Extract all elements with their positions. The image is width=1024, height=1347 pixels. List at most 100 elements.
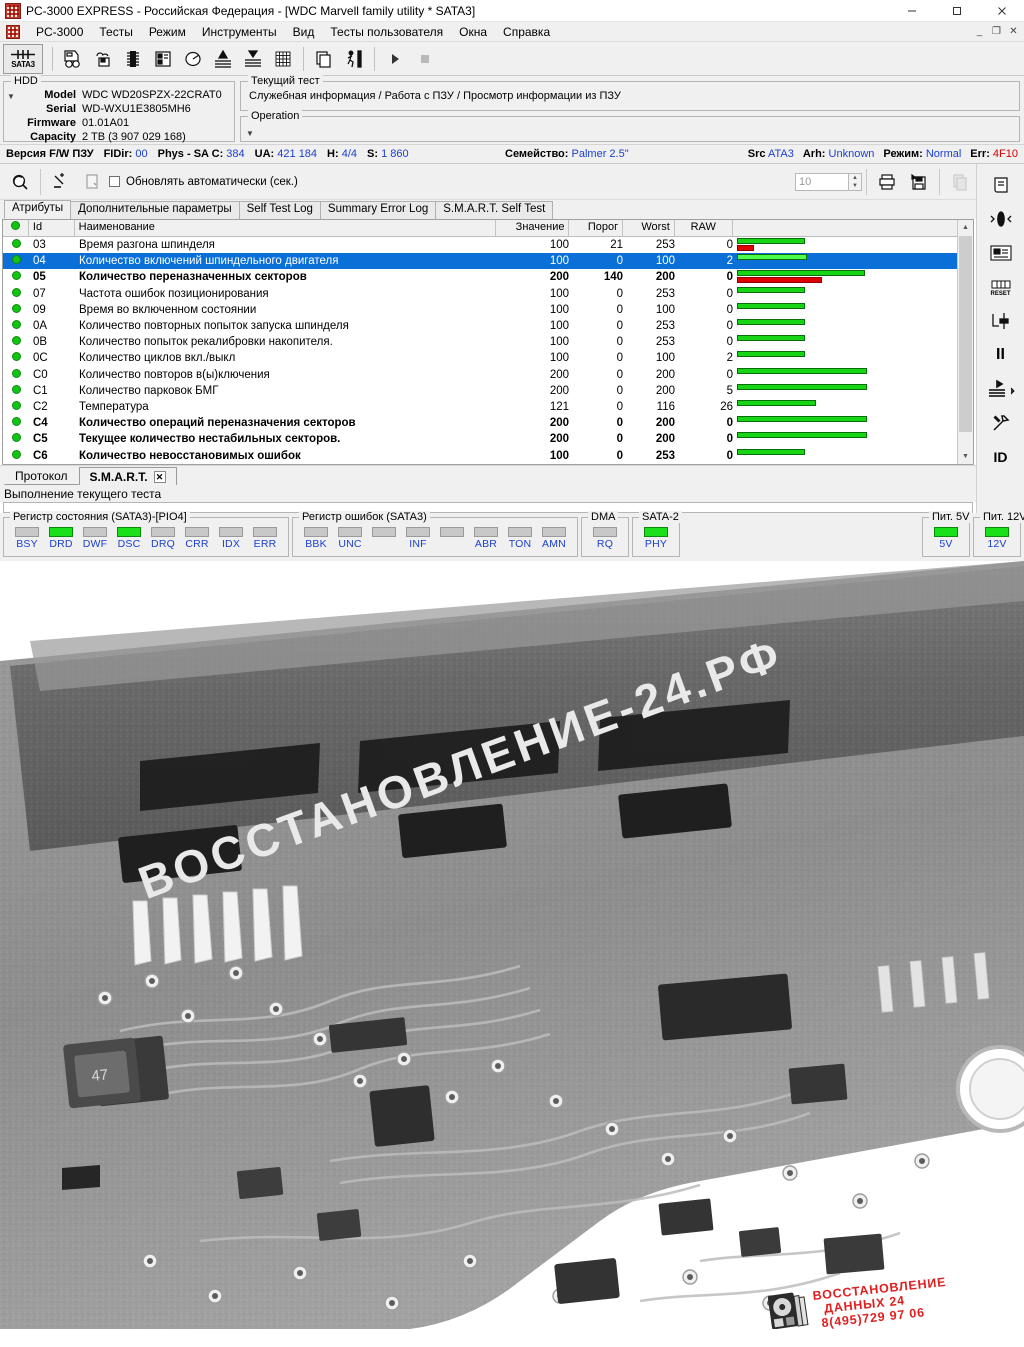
table-row[interactable]: 0A Количество повторных попыток запуска ш… bbox=[3, 318, 973, 334]
grid-icon[interactable] bbox=[268, 44, 298, 74]
column-header-name[interactable]: Наименование bbox=[75, 220, 496, 236]
menu-item-help[interactable]: Справка bbox=[495, 23, 558, 41]
tab-self-test-log[interactable]: Self Test Log bbox=[238, 201, 321, 219]
refresh-smart-icon[interactable] bbox=[4, 167, 36, 197]
table-row[interactable]: 0B Количество попыток рекалибровки накопи… bbox=[3, 334, 973, 350]
column-header-value[interactable]: Значение bbox=[496, 220, 570, 236]
smart-toolbar-separator-2 bbox=[866, 168, 867, 195]
table-row[interactable]: 03 Время разгона шпинделя 100 21 253 0 bbox=[3, 237, 973, 253]
attribute-threshold: 0 bbox=[616, 449, 623, 462]
scroll-thumb[interactable] bbox=[959, 236, 972, 432]
menu-item-tools[interactable]: Инструменты bbox=[194, 23, 285, 41]
drive-scan-icon[interactable] bbox=[58, 44, 88, 74]
table-row[interactable]: C0 Количество повторов в(ы)ключения 200 0 20… bbox=[3, 367, 973, 383]
menu-item-tests[interactable]: Тесты bbox=[91, 23, 140, 41]
close-button[interactable] bbox=[979, 0, 1024, 22]
table-row[interactable]: C6 Количество невосстановимых ошибок 100 0 2… bbox=[3, 447, 973, 463]
column-header-threshold[interactable]: Порог bbox=[569, 220, 624, 236]
menu-item-view[interactable]: Вид bbox=[285, 23, 323, 41]
column-header-led[interactable] bbox=[3, 220, 29, 236]
interval-spinner[interactable]: ▲▼ bbox=[795, 172, 862, 191]
heads-down-icon[interactable] bbox=[238, 44, 268, 74]
mdi-close-button[interactable]: ✕ bbox=[1005, 23, 1022, 39]
bottom-tab-protocol[interactable]: Протокол bbox=[4, 466, 79, 485]
auto-update-checkbox[interactable] bbox=[109, 176, 120, 187]
column-header-id[interactable]: Id bbox=[29, 220, 75, 236]
menu-item-pc3000[interactable]: PC-3000 bbox=[28, 23, 91, 41]
minimize-button[interactable] bbox=[889, 0, 934, 22]
register-bit: BSY bbox=[10, 527, 44, 550]
main-toolbar: SATA3 bbox=[0, 42, 1024, 76]
save-report-icon[interactable] bbox=[903, 167, 935, 197]
table-row[interactable]: 09 Время во включенном состоянии 100 0 100 0 bbox=[3, 302, 973, 318]
interval-stepper[interactable]: ▲ ▼ bbox=[849, 172, 862, 191]
status-led-icon bbox=[11, 417, 21, 427]
table-row[interactable]: C5 Текущее количество нестабильных сектор… bbox=[3, 431, 973, 447]
maximize-button[interactable] bbox=[934, 0, 979, 22]
reset-icon[interactable]: RESET bbox=[981, 270, 1021, 304]
operation-dropdown-arrow[interactable]: ▼ bbox=[246, 129, 254, 138]
table-scrollbar[interactable]: ▲ ▼ bbox=[957, 220, 973, 464]
sata3-mode-button[interactable]: SATA3 bbox=[3, 43, 43, 74]
toolbar-separator bbox=[52, 46, 53, 71]
tab-smart-self-test[interactable]: S.M.A.R.T. Self Test bbox=[435, 201, 554, 219]
scroll-down-icon[interactable]: ▼ bbox=[958, 449, 973, 464]
right-vertical-toolbar: RESET II ID bbox=[976, 164, 1024, 513]
table-row[interactable]: C1 Количество парковок БМГ 200 0 200 5 bbox=[3, 383, 973, 399]
tab-extra-parameters[interactable]: Дополнительные параметры bbox=[70, 201, 240, 219]
menu-item-mode[interactable]: Режим bbox=[141, 23, 194, 41]
stop-icon[interactable] bbox=[410, 44, 440, 74]
scroll-up-icon[interactable]: ▲ bbox=[958, 220, 973, 235]
column-header-worst[interactable]: Worst bbox=[623, 220, 675, 236]
add-attribute-icon[interactable] bbox=[45, 167, 77, 197]
play-icon[interactable] bbox=[380, 44, 410, 74]
spindle-icon[interactable] bbox=[981, 202, 1021, 236]
module-board-icon[interactable] bbox=[981, 236, 1021, 270]
heads-up-icon[interactable] bbox=[208, 44, 238, 74]
table-row[interactable]: C2 Температура 121 0 116 26 bbox=[3, 399, 973, 415]
attribute-worst: 200 bbox=[655, 417, 675, 430]
tab-summary-error-log[interactable]: Summary Error Log bbox=[319, 201, 437, 219]
pause-icon[interactable]: II bbox=[981, 338, 1021, 372]
table-row[interactable]: 04 Количество включений шпиндельного двиг… bbox=[3, 253, 973, 270]
menu-item-windows[interactable]: Окна bbox=[451, 23, 495, 41]
run-person-icon[interactable] bbox=[339, 44, 369, 74]
attribute-threshold: 0 bbox=[616, 384, 623, 397]
attribute-raw: 0 bbox=[726, 336, 733, 349]
close-icon[interactable]: ✕ bbox=[153, 471, 166, 483]
module-list-icon[interactable] bbox=[148, 44, 178, 74]
cloud-save-icon[interactable] bbox=[88, 44, 118, 74]
register-bit: AMN bbox=[537, 527, 571, 550]
interval-input[interactable] bbox=[795, 172, 849, 191]
attribute-id: 09 bbox=[33, 303, 46, 316]
table-row[interactable]: 05 Количество переназначенных секторов 200… bbox=[3, 269, 973, 285]
register-bit: UNC bbox=[333, 527, 367, 550]
dma-register-leds: RQ bbox=[588, 527, 622, 550]
sata2-register-group: SATA-2 PHY bbox=[632, 511, 682, 557]
table-row[interactable]: 07 Частота ошибок позиционирования 100 0 253… bbox=[3, 286, 973, 302]
bottom-tab-smart[interactable]: S.M.A.R.T. ✕ bbox=[78, 467, 177, 485]
table-row[interactable]: C7Количество ошибок CRC в режиме Ultra A… bbox=[3, 464, 973, 465]
tab-attributes[interactable]: Атрибуты bbox=[4, 200, 72, 219]
tools-icon[interactable] bbox=[981, 406, 1021, 440]
disk-sector-icon[interactable] bbox=[178, 44, 208, 74]
id-icon[interactable]: ID bbox=[981, 440, 1021, 474]
mdi-minimize-button[interactable]: _ bbox=[971, 23, 988, 39]
run-step-icon[interactable] bbox=[981, 372, 1021, 406]
chip-icon[interactable] bbox=[118, 44, 148, 74]
table-row[interactable]: C4 Количество операций переназначения сек… bbox=[3, 415, 973, 431]
table-row[interactable]: 0C Количество циклов вкл./выкл 100 0 100 2 bbox=[3, 350, 973, 366]
heads-value: 4/4 bbox=[341, 148, 358, 160]
hdd-dropdown-arrow[interactable]: ▼ bbox=[7, 92, 15, 101]
measure-icon[interactable] bbox=[981, 304, 1021, 338]
bottom-tab-smart-label: S.M.A.R.T. bbox=[89, 470, 148, 484]
column-header-raw[interactable]: RAW bbox=[675, 220, 733, 236]
column-header-bar[interactable] bbox=[733, 220, 973, 236]
menu-item-user-tests[interactable]: Тесты пользователя bbox=[322, 23, 451, 41]
mdi-restore-button[interactable]: ❐ bbox=[988, 23, 1005, 39]
dma-register-group: DMA RQ bbox=[581, 511, 629, 557]
print-icon[interactable] bbox=[871, 167, 903, 197]
register-led-icon bbox=[83, 527, 107, 537]
copy-icon[interactable] bbox=[309, 44, 339, 74]
scroll-document-icon[interactable] bbox=[981, 168, 1021, 202]
